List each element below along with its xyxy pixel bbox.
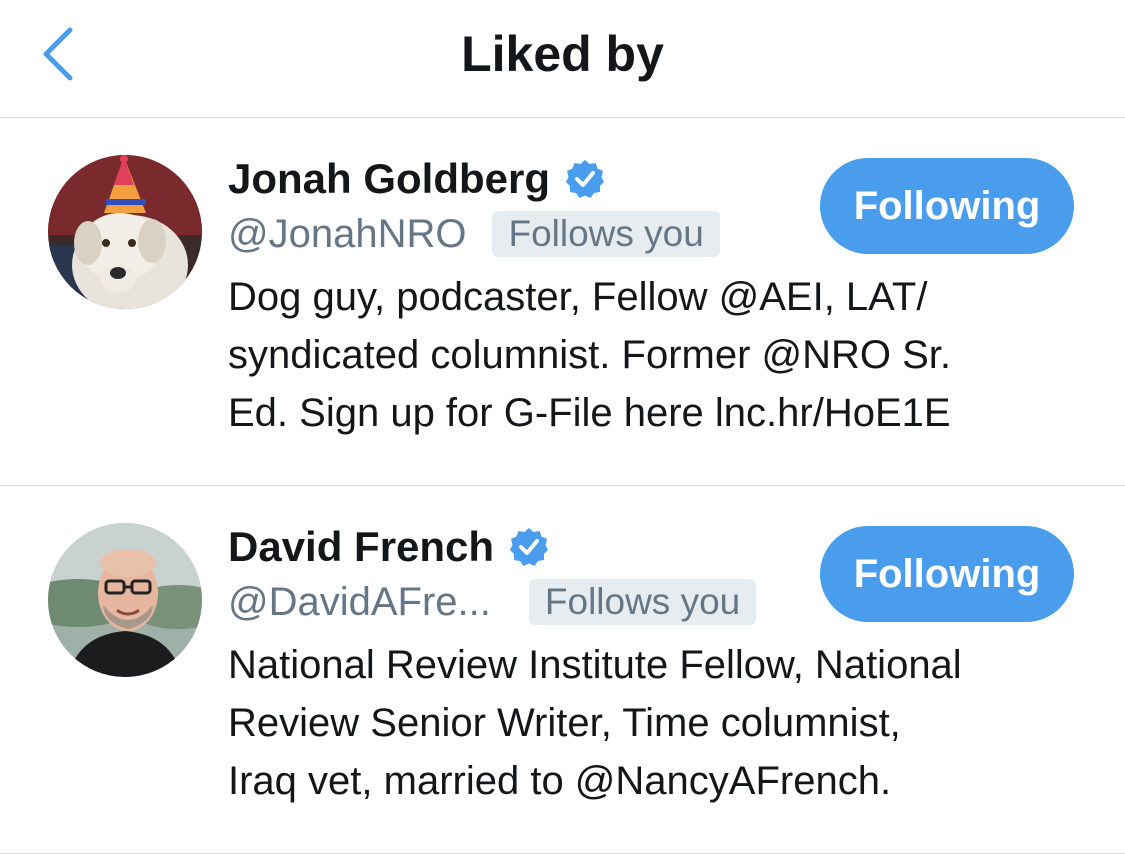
follows-you-badge: Follows you xyxy=(492,211,720,257)
display-name-line: Jonah Goldberg xyxy=(228,151,606,207)
following-button[interactable]: Following xyxy=(820,526,1074,622)
bio-line: syndicated columnist. Former @NRO Sr. xyxy=(228,333,952,377)
following-button[interactable]: Following xyxy=(820,158,1074,254)
avatar[interactable] xyxy=(48,155,202,309)
handle-line: @JonahNRO Follows you xyxy=(228,206,720,262)
bio-line: Review Senior Writer, Time columnist, xyxy=(228,701,901,745)
display-name[interactable]: Jonah Goldberg xyxy=(228,151,550,207)
display-name[interactable]: David French xyxy=(228,519,494,575)
user-row[interactable]: Jonah Goldberg @JonahNRO Follows you Dog… xyxy=(0,118,1125,486)
bio-line: National Review Institute Fellow, Nation… xyxy=(228,643,962,687)
nav-bar: Liked by xyxy=(0,0,1125,118)
user-bio: National Review Institute Fellow, Nation… xyxy=(228,636,1088,810)
bio-line: Iraq vet, married to @NancyAFrench. xyxy=(228,759,892,803)
dog-avatar-image xyxy=(48,155,202,309)
user-handle[interactable]: @DavidAFre... xyxy=(228,574,491,630)
bio-line: Dog guy, podcaster, Fellow @AEI, LAT/ xyxy=(228,275,928,319)
person-avatar-image xyxy=(48,523,202,677)
page-title: Liked by xyxy=(461,26,664,82)
verified-badge-icon xyxy=(508,526,550,568)
handle-line: @DavidAFre... Follows you xyxy=(228,574,757,630)
avatar[interactable] xyxy=(48,523,202,677)
bio-line[interactable]: Ed. Sign up for G-File here lnc.hr/HoE1E xyxy=(228,384,1088,442)
display-name-line: David French xyxy=(228,519,550,575)
user-handle[interactable]: @JonahNRO xyxy=(228,206,466,262)
follows-you-badge: Follows you xyxy=(528,579,757,625)
user-bio: Dog guy, podcaster, Fellow @AEI, LAT/ sy… xyxy=(228,268,1088,442)
user-row[interactable]: David French @DavidAFre... Follows you N… xyxy=(0,486,1125,854)
verified-badge-icon xyxy=(564,158,606,200)
